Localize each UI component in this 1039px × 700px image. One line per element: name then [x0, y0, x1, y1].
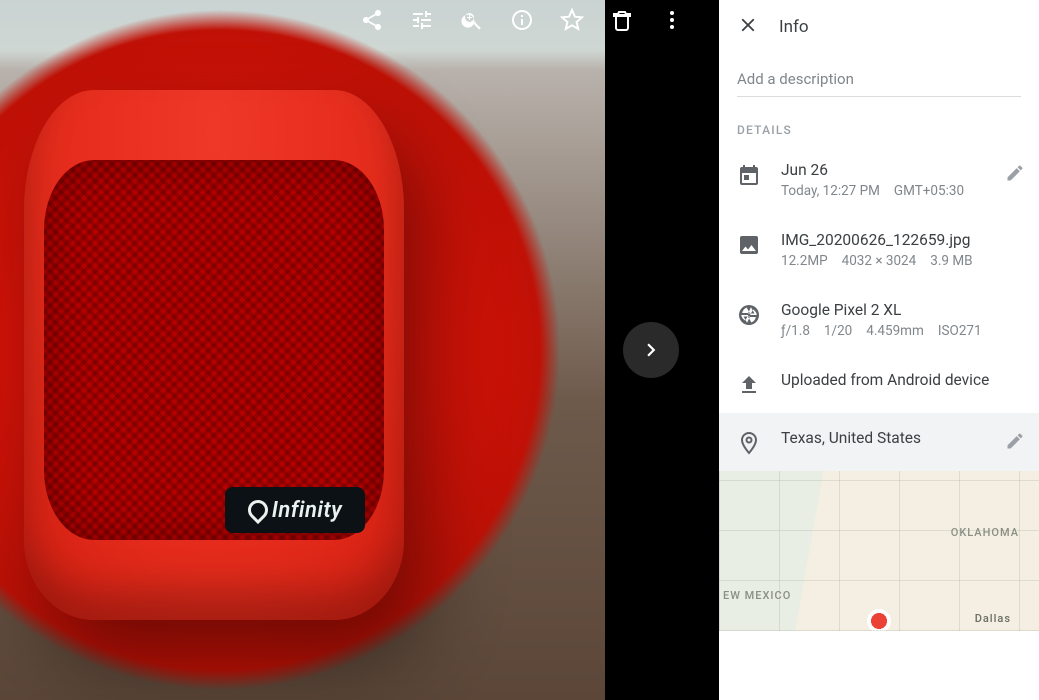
- tune-icon[interactable]: [410, 8, 434, 32]
- edit-date-icon[interactable]: [1005, 163, 1025, 183]
- more-icon[interactable]: [660, 8, 684, 32]
- map-label-newmexico: EW MEXICO: [723, 589, 791, 602]
- edit-location-icon[interactable]: [1005, 431, 1025, 451]
- share-icon[interactable]: [360, 8, 384, 32]
- image-icon: [737, 233, 761, 257]
- info-icon[interactable]: [510, 8, 534, 32]
- description-input[interactable]: [737, 64, 1021, 96]
- map-label-oklahoma: OKLAHOMA: [951, 526, 1019, 539]
- upload-icon: [737, 373, 761, 397]
- photo-subject-speaker: [24, 90, 404, 620]
- location-map[interactable]: OKLAHOMA EW MEXICO Dallas: [719, 471, 1039, 631]
- camera-shutter: 1/20: [824, 323, 852, 339]
- location-icon: [737, 431, 761, 455]
- aperture-icon: [737, 303, 761, 327]
- file-name: IMG_20200626_122659.jpg: [781, 231, 1021, 249]
- camera-aperture: ƒ/1.8: [781, 323, 810, 339]
- detail-row-camera: Google Pixel 2 XL ƒ/1.8 1/20 4.459mm ISO…: [719, 285, 1039, 355]
- close-icon[interactable]: [737, 14, 759, 40]
- date-primary: Jun 26: [781, 161, 1021, 179]
- photo-image[interactable]: Infinity: [0, 0, 605, 700]
- zoom-in-icon[interactable]: [460, 8, 484, 32]
- details-label: DETAILS: [737, 123, 1021, 137]
- detail-row-location[interactable]: Texas, United States: [719, 413, 1039, 471]
- photo-brand-badge: Infinity: [225, 487, 365, 533]
- camera-name: Google Pixel 2 XL: [781, 301, 1021, 319]
- camera-focal: 4.459mm: [866, 323, 924, 339]
- date-time: Today, 12:27 PM: [781, 183, 880, 199]
- delete-icon[interactable]: [610, 8, 634, 32]
- upload-text: Uploaded from Android device: [781, 371, 1021, 389]
- panel-title: Info: [779, 17, 809, 37]
- calendar-icon: [737, 163, 761, 187]
- info-panel: Info DETAILS Jun 26 Today, 12:27 PM GMT+0…: [719, 0, 1039, 700]
- file-dims: 4032 × 3024: [842, 253, 917, 269]
- location-text: Texas, United States: [781, 429, 1021, 447]
- detail-row-upload: Uploaded from Android device: [719, 355, 1039, 413]
- star-icon[interactable]: [560, 8, 584, 32]
- map-label-dallas: Dallas: [975, 612, 1011, 625]
- detail-row-date: Jun 26 Today, 12:27 PM GMT+05:30: [719, 145, 1039, 215]
- camera-iso: ISO271: [938, 323, 982, 339]
- date-tz: GMT+05:30: [894, 183, 964, 199]
- photo-viewer: Infinity: [0, 0, 719, 700]
- detail-row-file: IMG_20200626_122659.jpg 12.2MP 4032 × 30…: [719, 215, 1039, 285]
- file-size: 3.9 MB: [930, 253, 972, 269]
- next-photo-button[interactable]: [623, 322, 679, 378]
- description-field[interactable]: [737, 64, 1021, 97]
- file-mp: 12.2MP: [781, 253, 828, 269]
- photo-action-bar: [360, 8, 684, 32]
